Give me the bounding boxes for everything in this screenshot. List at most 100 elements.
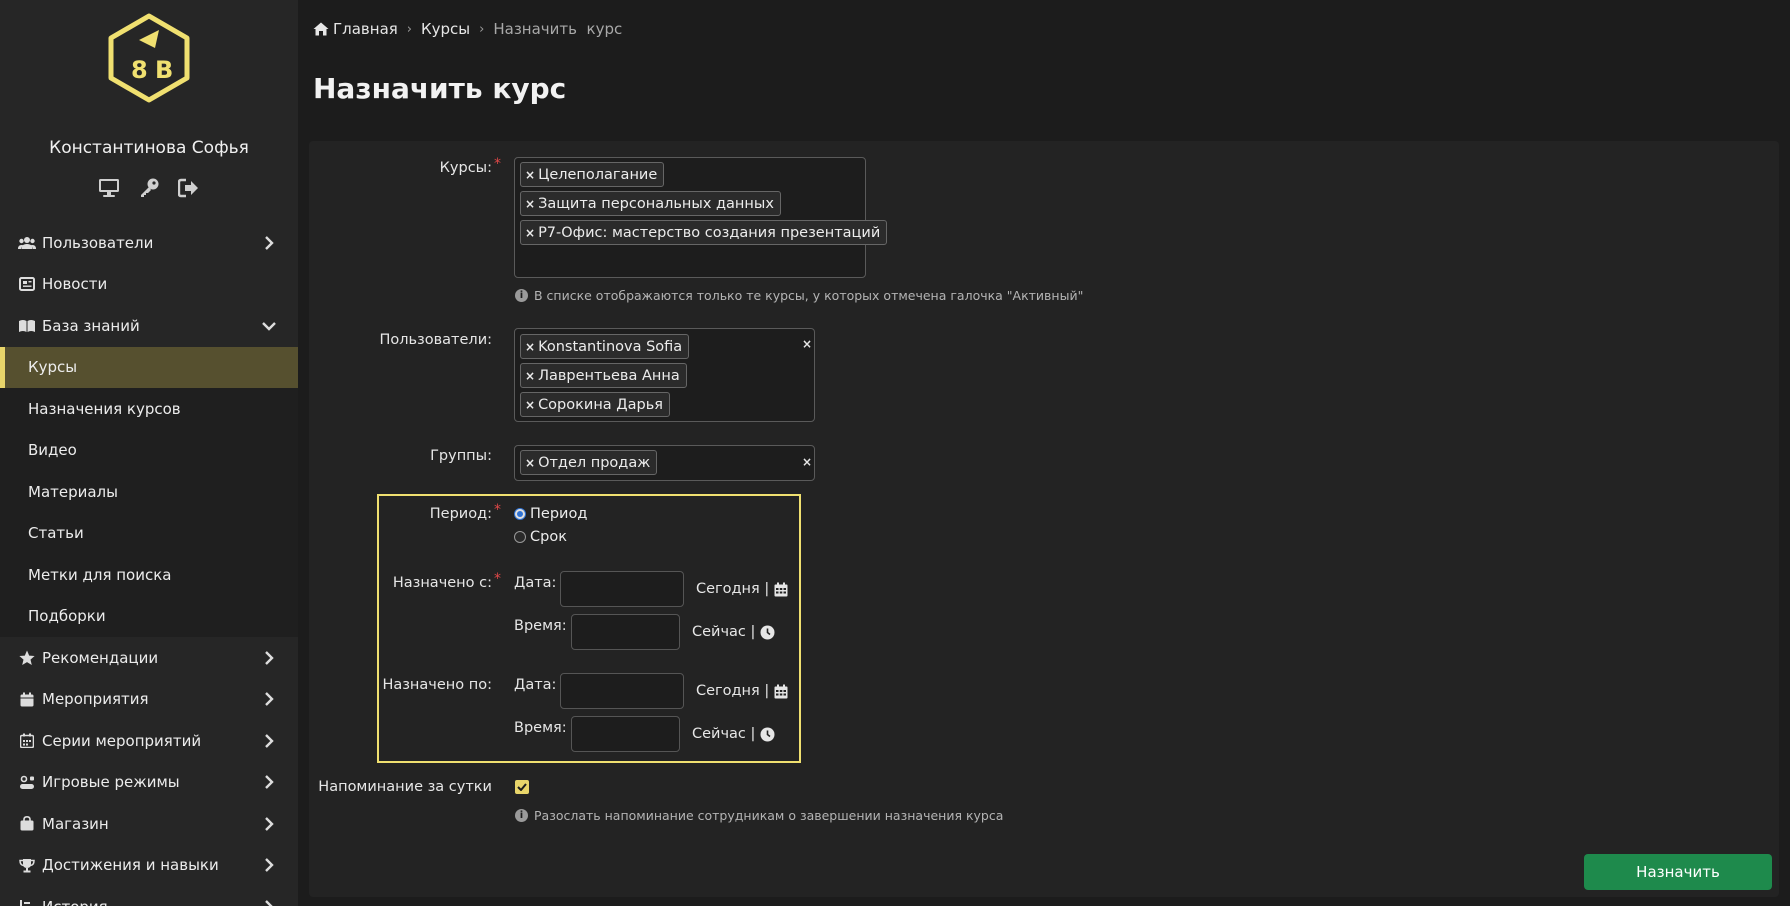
- chevron-right-icon: [262, 816, 276, 831]
- sidebar-item-news[interactable]: Новости: [0, 264, 298, 306]
- monitor-icon[interactable]: [97, 176, 121, 200]
- tag-label: Р7-Офис: мастерство создания презентаций: [538, 224, 881, 241]
- assigned-to-label: Назначено по:: [382, 677, 492, 693]
- sidebar-item-recommendations[interactable]: Рекомендации: [0, 637, 298, 679]
- today-link-label: Сегодня |: [696, 683, 770, 699]
- user-tag[interactable]: × Konstantinova Sofia: [520, 334, 690, 359]
- clear-users-icon[interactable]: ×: [802, 337, 812, 351]
- time-label: Время:: [514, 720, 567, 736]
- period-radio-period[interactable]: Период: [514, 506, 587, 522]
- tag-label: Целеполагание: [538, 166, 658, 183]
- sidebar-item-label: Мероприятия: [42, 690, 149, 709]
- home-icon[interactable]: [313, 22, 329, 36]
- chevron-right-icon: [262, 775, 276, 790]
- assigned-from-date-input[interactable]: [560, 571, 684, 607]
- sidebar-item-label: Видео: [28, 441, 77, 460]
- course-tag[interactable]: × Целеполагание: [520, 162, 665, 187]
- assigned-from-time-input[interactable]: [571, 614, 680, 650]
- remove-tag-icon[interactable]: ×: [525, 197, 535, 211]
- radio-label: Срок: [530, 529, 567, 545]
- sidebar-subitem-video[interactable]: Видео: [0, 430, 298, 472]
- assigned-from-now-link[interactable]: Сейчас |: [692, 624, 775, 640]
- calendar-icon[interactable]: [774, 684, 788, 699]
- breadcrumb-home-link[interactable]: Главная: [333, 20, 398, 38]
- breadcrumb-courses-link[interactable]: Курсы: [421, 20, 470, 38]
- knowledge-base-submenu: Курсы Назначения курсов Видео Материалы …: [0, 346, 298, 638]
- sidebar-subitem-materials[interactable]: Материалы: [0, 471, 298, 513]
- sidebar-subitem-courses[interactable]: Курсы: [0, 346, 298, 388]
- game-icon: [18, 774, 36, 790]
- remove-tag-icon[interactable]: ×: [525, 456, 535, 470]
- chevron-right-icon: [262, 733, 276, 748]
- assigned-to-now-link[interactable]: Сейчас |: [692, 726, 775, 742]
- key-icon[interactable]: [137, 176, 161, 200]
- users-icon: [18, 235, 36, 251]
- sidebar-subitem-collections[interactable]: Подборки: [0, 596, 298, 638]
- sidebar-item-event-series[interactable]: Серии мероприятий: [0, 720, 298, 762]
- breadcrumb-separator: ›: [406, 21, 412, 37]
- remove-tag-icon[interactable]: ×: [525, 168, 535, 182]
- sidebar-item-label: Магазин: [42, 814, 109, 833]
- tag-label: Сорокина Дарья: [538, 396, 663, 413]
- radio-checked-icon: [514, 508, 526, 520]
- shopping-bag-icon: [18, 816, 36, 832]
- assigned-to-time-input[interactable]: [571, 716, 680, 752]
- radio-unchecked-icon: [514, 531, 526, 543]
- sidebar-item-label: Игровые режимы: [42, 773, 180, 792]
- chevron-right-icon: [262, 692, 276, 707]
- reminder-label: Напоминание за сутки: [318, 779, 492, 795]
- period-radio-term[interactable]: Срок: [514, 529, 567, 545]
- sidebar-item-achievements[interactable]: Достижения и навыки: [0, 845, 298, 887]
- sidebar-item-history[interactable]: История: [0, 886, 298, 906]
- assigned-from-label: Назначено с:: [392, 575, 492, 591]
- app-logo[interactable]: 8 B: [103, 12, 195, 104]
- tag-label: Konstantinova Sofia: [538, 338, 683, 355]
- course-tag[interactable]: × Р7-Офис: мастерство создания презентаци…: [520, 220, 888, 245]
- reminder-checkbox[interactable]: [515, 780, 529, 794]
- remove-tag-icon[interactable]: ×: [525, 369, 535, 383]
- sidebar-subitem-course-assignments[interactable]: Назначения курсов: [0, 388, 298, 430]
- group-tag[interactable]: × Отдел продаж: [520, 450, 658, 475]
- sidebar-item-label: Статьи: [28, 524, 84, 543]
- required-marker: *: [494, 156, 501, 172]
- sidebar-item-shop[interactable]: Магазин: [0, 803, 298, 845]
- calendar-icon[interactable]: [774, 582, 788, 597]
- assign-button[interactable]: Назначить: [1584, 854, 1772, 890]
- assigned-from-today-link[interactable]: Сегодня |: [696, 581, 788, 597]
- sidebar-item-events[interactable]: Мероприятия: [0, 679, 298, 721]
- sidebar-subitem-search-tags[interactable]: Метки для поиска: [0, 554, 298, 596]
- assigned-to-today-link[interactable]: Сегодня |: [696, 683, 788, 699]
- history-icon: [18, 899, 36, 906]
- logout-icon[interactable]: [177, 176, 201, 200]
- course-tag[interactable]: × Защита персональных данных: [520, 191, 781, 216]
- period-label: Период:: [429, 506, 492, 522]
- breadcrumb-separator: ›: [479, 21, 485, 37]
- remove-tag-icon[interactable]: ×: [525, 340, 535, 354]
- sidebar-item-game-modes[interactable]: Игровые режимы: [0, 762, 298, 804]
- date-label: Дата:: [514, 575, 557, 591]
- sidebar-item-label: История: [42, 898, 108, 906]
- user-actions: [0, 176, 298, 200]
- remove-tag-icon[interactable]: ×: [525, 398, 535, 412]
- chevron-right-icon: [262, 650, 276, 665]
- sidebar: 8 B Константинова Софья Пользователи Нов…: [0, 0, 298, 906]
- remove-tag-icon[interactable]: ×: [525, 226, 535, 240]
- radio-label: Период: [530, 506, 588, 522]
- user-tag[interactable]: × Лаврентьева Анна: [520, 363, 687, 388]
- assigned-to-date-input[interactable]: [560, 673, 684, 709]
- page-title: Назначить курс: [313, 72, 567, 105]
- user-name: Константинова Софья: [49, 138, 249, 158]
- date-label: Дата:: [514, 677, 557, 693]
- sidebar-subitem-articles[interactable]: Статьи: [0, 513, 298, 555]
- clock-icon[interactable]: [760, 625, 775, 640]
- chevron-right-icon: [262, 858, 276, 873]
- sidebar-item-users[interactable]: Пользователи: [0, 222, 298, 264]
- checkmark-icon: [517, 783, 527, 791]
- sidebar-item-label: Рекомендации: [42, 648, 159, 667]
- now-link-label: Сейчас |: [692, 624, 756, 640]
- clock-icon[interactable]: [760, 727, 775, 742]
- sidebar-item-knowledge-base[interactable]: База знаний: [0, 305, 298, 347]
- user-tag[interactable]: × Сорокина Дарья: [520, 392, 670, 417]
- clear-groups-icon[interactable]: ×: [802, 455, 812, 469]
- required-marker: *: [494, 571, 501, 587]
